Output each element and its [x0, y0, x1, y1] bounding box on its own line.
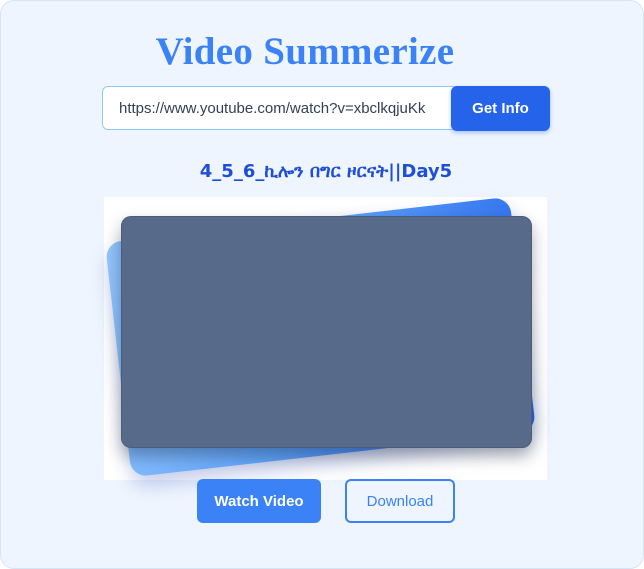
video-title: 4_5_6_ኪሎን በግር ዞርናት||Day5	[199, 161, 453, 182]
watch-video-button[interactable]: Watch Video	[197, 479, 321, 523]
main-card: Video Summerize Get Info 4_5_6_ኪሎን በግር ዞ…	[0, 0, 644, 569]
download-button[interactable]: Download	[345, 479, 455, 523]
get-info-button[interactable]: Get Info	[451, 86, 550, 131]
url-input[interactable]	[102, 86, 457, 130]
video-thumbnail[interactable]	[121, 216, 532, 448]
app-title: Video Summerize	[155, 30, 455, 73]
